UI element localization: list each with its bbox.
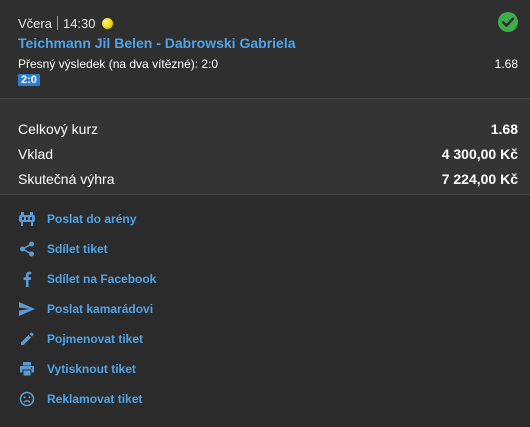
bet-day: Včera [18,15,52,31]
rename-ticket-action[interactable]: Pojmenovat tiket [0,324,530,354]
check-circle-icon [498,12,518,32]
total-odds-row: Celkový kurz 1.68 [0,116,530,141]
tennis-ball-icon [101,17,113,29]
bet-odd: 1.68 [494,57,518,71]
ticket-actions: Poslat do arény Sdílet tiket Sdílet na F… [0,195,530,414]
share-icon [18,240,36,258]
bet-time: 14:30 [62,15,96,31]
meta-divider [56,16,58,30]
send-icon [18,300,36,318]
pick-badge: 2:0 [18,74,40,86]
facebook-icon [18,270,36,288]
sad-face-icon [18,390,36,408]
send-to-friend-action[interactable]: Poslat kamarádovi [0,294,530,324]
send-to-friend-label: Poslat kamarádovi [47,302,154,316]
ticket-summary: Celkový kurz 1.68 Vklad 4 300,00 Kč Skut… [0,99,530,195]
rename-ticket-label: Pojmenovat tiket [47,332,144,346]
print-ticket-action[interactable]: Vytisknout tiket [0,354,530,384]
share-facebook-label: Sdílet na Facebook [47,272,157,286]
send-to-arena-action[interactable]: Poslat do arény [0,204,530,234]
match-link[interactable]: Teichmann Jil Belen - Dabrowski Gabriela [18,35,296,51]
market-label: Přesný výsledek (na dva vítězné): 2:0 [18,57,219,71]
bet-card: Včera 14:30 Teichmann Jil Belen - Dabrow… [0,0,530,99]
stake-label: Vklad [18,145,54,162]
arena-icon [18,210,36,228]
share-ticket-action[interactable]: Sdílet tiket [0,234,530,264]
win-label: Skutečná výhra [18,170,115,187]
win-row: Skutečná výhra 7 224,00 Kč [0,166,530,191]
win-value: 7 224,00 Kč [441,170,518,187]
pencil-icon [18,330,36,348]
send-to-arena-label: Poslat do arény [47,212,137,226]
bet-meta: Včera 14:30 [18,15,113,31]
share-facebook-action[interactable]: Sdílet na Facebook [0,264,530,294]
stake-value: 4 300,00 Kč [441,145,518,162]
stake-row: Vklad 4 300,00 Kč [0,141,530,166]
share-ticket-label: Sdílet tiket [47,242,108,256]
print-ticket-label: Vytisknout tiket [47,362,136,376]
total-odds-label: Celkový kurz [18,120,99,137]
printer-icon [18,360,36,378]
total-odds-value: 1.68 [490,120,518,137]
complain-ticket-action[interactable]: Reklamovat tiket [0,384,530,414]
complain-ticket-label: Reklamovat tiket [47,392,143,406]
